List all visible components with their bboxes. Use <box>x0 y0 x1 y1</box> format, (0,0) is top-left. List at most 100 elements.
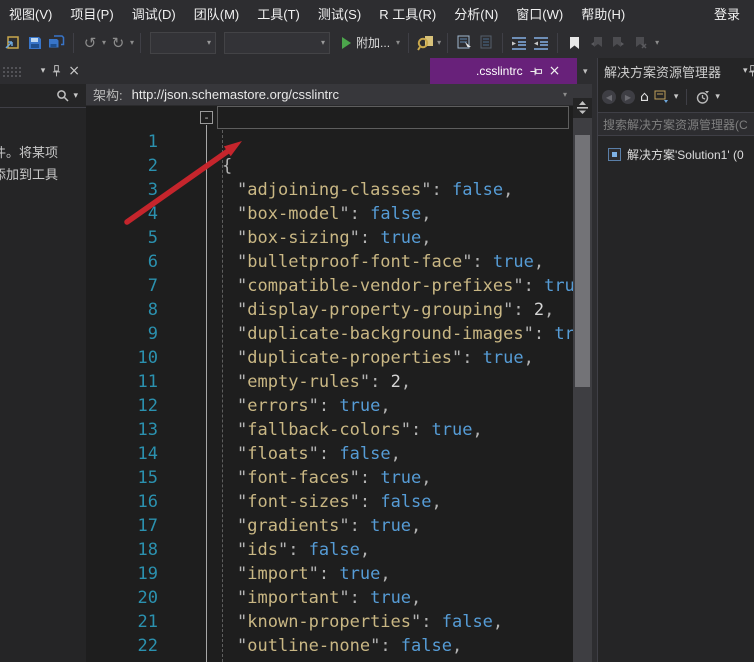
pending-changes-clock-icon[interactable] <box>695 90 710 105</box>
window-position-icon[interactable]: ▾ <box>743 66 748 76</box>
code-line[interactable]: 13 "floats": false, <box>86 394 592 418</box>
search-options-icon[interactable]: ▾ <box>73 91 78 101</box>
close-tab-icon[interactable]: × <box>549 64 561 78</box>
code-line[interactable]: 7 "display-property-grouping": 2, <box>86 250 592 274</box>
next-bookmark-button[interactable] <box>609 31 627 55</box>
code-line[interactable]: 15 "font-sizes": false, <box>86 442 592 466</box>
sign-in-button[interactable]: 登录 <box>714 0 740 27</box>
navigate-doc-button[interactable] <box>455 31 473 55</box>
menu-items: 视图(V) 项目(P) 调试(D) 团队(M) 工具(T) 测试(S) R 工具(R) 分析(… <box>0 4 634 23</box>
solution-search-input[interactable]: 搜索解决方案资源管理器(C <box>598 112 754 136</box>
close-icon[interactable]: × <box>68 64 80 78</box>
code-line[interactable]: 24 "regex-selectors": true, <box>86 658 592 662</box>
splitter-icon <box>577 101 588 115</box>
ide-window: 视图(V) 项目(P) 调试(D) 团队(M) 工具(T) 测试(S) R 工具(R) 分析(… <box>0 0 754 662</box>
menu-item[interactable]: 帮助(H) <box>575 4 631 23</box>
toolbar-overflow-icon[interactable]: ▾ <box>655 38 659 47</box>
collapse-all-icon[interactable] <box>654 90 669 104</box>
schema-url-combobox[interactable]: http://json.schemastore.org/csslintrc <box>132 87 339 102</box>
document-lines-icon <box>479 35 494 50</box>
fold-toggle[interactable]: - <box>200 111 213 124</box>
solution-tree-item[interactable]: 解决方案'Solution1' (0 <box>598 142 754 166</box>
save-all-button[interactable] <box>48 31 66 55</box>
indent-button[interactable] <box>532 31 550 55</box>
code-line[interactable]: 14 "font-faces": true, <box>86 418 592 442</box>
prev-bookmark-button[interactable] <box>587 31 605 55</box>
scrollbar-thumb[interactable] <box>575 135 590 387</box>
undo-dropdown-icon[interactable]: ▾ <box>102 38 106 47</box>
solution-icon <box>608 148 621 161</box>
attach-button[interactable]: 附加... ▾ <box>342 31 401 55</box>
clock-options-icon[interactable]: ▾ <box>715 92 720 102</box>
find-in-files-button[interactable] <box>416 31 434 55</box>
menu-item[interactable]: 窗口(W) <box>510 4 569 23</box>
code-line[interactable]: 22 "overqualified-elements": true, <box>86 610 592 634</box>
code-line[interactable]: 19 "important": true, <box>86 538 592 562</box>
code-line[interactable]: 16 "gradients": true, <box>86 466 592 490</box>
code-line[interactable]: 21 "outline-none": false, <box>86 586 592 610</box>
home-button[interactable]: ⌂ <box>640 89 649 105</box>
keep-open-pin-icon[interactable] <box>529 66 542 76</box>
toolbox-search[interactable]: ▾ <box>0 84 86 108</box>
clear-bookmarks-button[interactable] <box>631 31 649 55</box>
menu-item[interactable]: 项目(P) <box>64 4 119 23</box>
window-position-icon[interactable]: ▾ <box>41 66 46 76</box>
toolbar-combobox-1[interactable]: ▾ <box>150 32 216 54</box>
outdent-button[interactable] <box>510 31 528 55</box>
find-dropdown-icon[interactable]: ▾ <box>437 38 441 47</box>
code-line[interactable]: 6 "compatible-vendor-prefixes": true, <box>86 226 592 250</box>
code-editor[interactable]: - 1 { 2 "adjoining-classes": false, <box>86 106 592 662</box>
save-button[interactable] <box>26 31 44 55</box>
toolbar: ↺ ▾ ↻ ▾ ▾ ▾ 附加... ▾ ▾ <box>0 27 754 58</box>
search-icon <box>417 35 434 51</box>
code-line[interactable]: 17 "ids": false, <box>86 490 592 514</box>
tab-csslintrc[interactable]: .csslintrc × <box>430 58 577 84</box>
code-line[interactable]: 3 "box-model": false, <box>86 154 592 178</box>
navigate-doc-disabled-button[interactable] <box>477 31 495 55</box>
menu-item[interactable]: 调试(D) <box>126 4 182 23</box>
tab-list-dropdown-icon[interactable]: ▾ <box>583 67 588 77</box>
code-line[interactable]: 4 "box-sizing": true, <box>86 178 592 202</box>
code-line[interactable]: 12 "fallback-colors": true, <box>86 370 592 394</box>
add-item-icon <box>5 35 21 50</box>
menu-item[interactable]: 工具(T) <box>251 4 306 23</box>
toolbox-header: ▾ × <box>0 58 86 84</box>
code-line[interactable]: 20 "known-properties": false, <box>86 562 592 586</box>
undo-button[interactable]: ↺ <box>81 31 99 55</box>
collapse-options-icon[interactable]: ▾ <box>674 92 679 102</box>
editor-splitter-handle[interactable] <box>573 98 592 118</box>
toolbar-combobox-2[interactable]: ▾ <box>224 32 330 54</box>
prev-bookmark-icon <box>590 36 603 49</box>
redo-button[interactable]: ↻ <box>109 31 127 55</box>
menu-item[interactable]: 分析(N) <box>448 4 504 23</box>
menu-item[interactable]: R 工具(R) <box>373 4 442 23</box>
vertical-scrollbar[interactable]: ▲ <box>573 106 592 662</box>
redo-dropdown-icon[interactable]: ▾ <box>130 38 134 47</box>
panel-title: 解决方案资源管理器 <box>604 62 721 81</box>
pin-icon[interactable] <box>748 64 754 78</box>
bookmark-icon <box>568 36 581 50</box>
pin-icon[interactable] <box>52 64 61 78</box>
bookmark-button[interactable] <box>565 31 583 55</box>
fold-scope-line <box>206 125 207 662</box>
code-line[interactable]: 9 "duplicate-properties": true, <box>86 298 592 322</box>
code-line[interactable]: 8 "duplicate-background-images": true, <box>86 274 592 298</box>
schema-bar: 架构: http://json.schemastore.org/csslintr… <box>86 84 592 106</box>
code-line[interactable]: 10 "empty-rules": 2, <box>86 322 592 346</box>
menu-item[interactable]: 测试(S) <box>312 4 367 23</box>
play-icon <box>342 37 351 49</box>
back-button[interactable]: ◀ <box>602 90 616 104</box>
code-line[interactable]: 2 "adjoining-classes": false, <box>86 130 592 154</box>
indent-guide <box>222 130 223 662</box>
code-line[interactable]: 11 "errors": true, <box>86 346 592 370</box>
schema-dropdown-icon[interactable]: ▾ <box>563 90 567 99</box>
solution-item-label: 解决方案'Solution1' (0 <box>627 146 744 163</box>
menu-item[interactable]: 团队(M) <box>188 4 246 23</box>
code-line[interactable]: 18 "import": true, <box>86 514 592 538</box>
code-line[interactable]: 5 "bulletproof-font-face": true, <box>86 202 592 226</box>
forward-button[interactable]: ▶ <box>621 90 635 104</box>
grip-handle-icon[interactable] <box>2 66 22 77</box>
menu-item[interactable]: 视图(V) <box>3 4 58 23</box>
code-line[interactable]: 23 "qualified-headings": false, <box>86 634 592 658</box>
add-item-icon[interactable] <box>4 31 22 55</box>
